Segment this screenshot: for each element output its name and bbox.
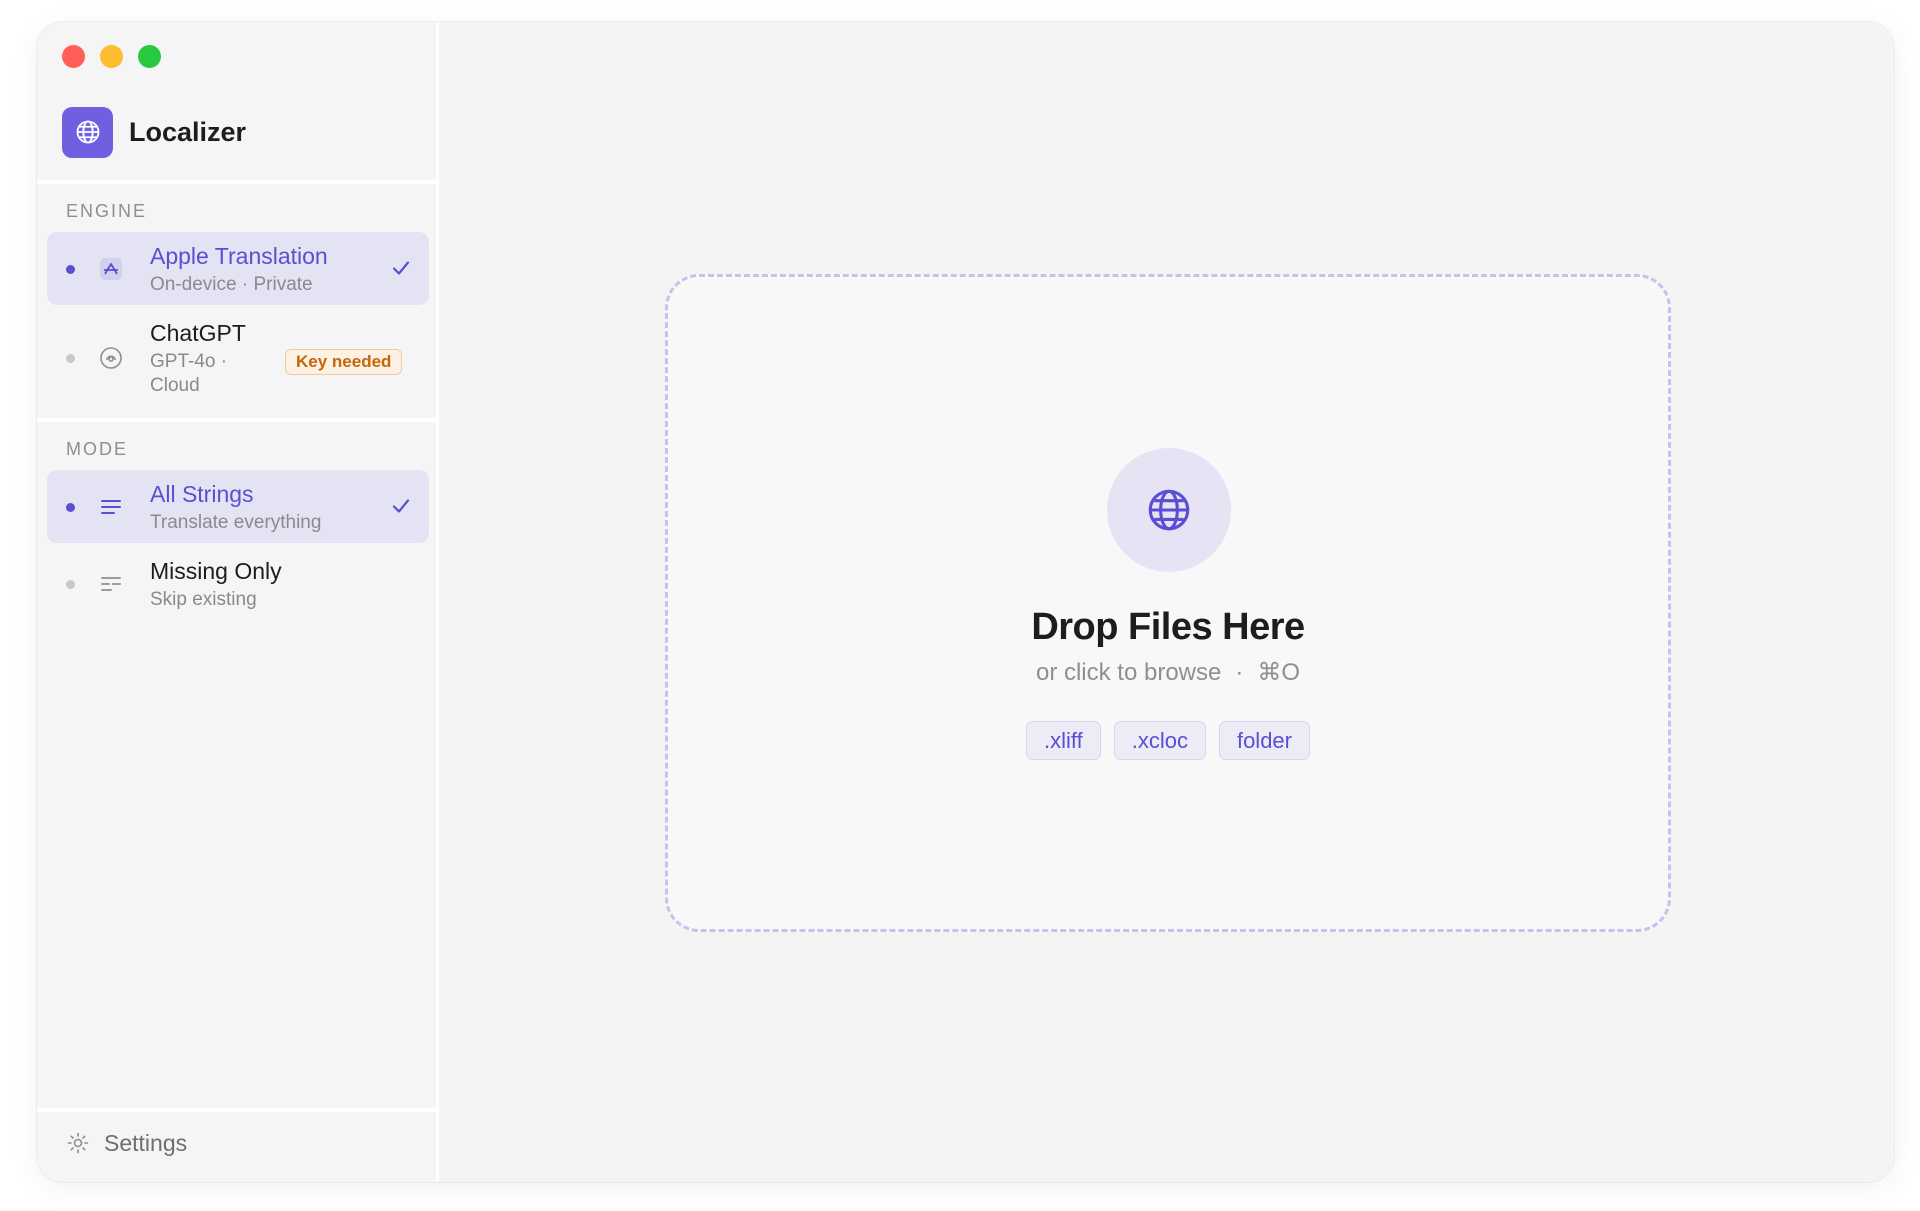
chip-xliff: .xliff [1025,721,1101,760]
app-header: Localizer [62,106,246,158]
file-type-chips: .xliff .xcloc folder [668,721,1668,760]
settings-button[interactable]: Settings [66,1128,187,1158]
mode-item-all-strings[interactable]: All Strings Translate everything [47,470,429,543]
selection-dot [66,265,75,274]
openai-icon [98,345,124,371]
mode-subtitle: Skip existing [150,589,257,610]
drop-icon-circle [1107,448,1231,572]
browse-hint[interactable]: or click to browse [1036,659,1221,686]
divider [37,180,436,184]
chip-folder: folder [1218,721,1310,760]
settings-label: Settings [104,1129,188,1156]
main-content: Drop Files Here or click to browse · ⌘O .x… [442,22,1894,1182]
window-controls [62,45,161,68]
engine-title: Apple Translation [150,243,328,269]
globe-icon [1148,489,1190,531]
checkmark-icon [391,496,411,521]
selection-dot [66,503,75,512]
mode-title: All Strings [150,481,254,507]
section-label-mode: MODE [66,439,128,459]
filter-list-icon [98,571,124,597]
app-window: Localizer ENGINE Apple Translation On-de… [37,22,1894,1182]
maximize-window-button[interactable] [138,45,161,68]
engine-item-chatgpt[interactable]: ChatGPT GPT-4o · Cloud Key needed [47,309,429,405]
key-needed-badge: Key needed [285,349,403,375]
mode-subtitle: Translate everything [150,512,322,533]
translate-icon [98,256,124,282]
file-drop-zone[interactable]: Drop Files Here or click to browse · ⌘O .x… [665,274,1671,932]
checkmark-icon [391,258,411,283]
close-window-button[interactable] [62,45,85,68]
drop-subtitle: or click to browse · ⌘O [668,658,1668,687]
mode-title: Missing Only [150,558,282,584]
section-label-engine: ENGINE [66,201,148,221]
drop-title: Drop Files Here [1031,606,1305,648]
chip-xcloc: .xcloc [1113,721,1206,760]
globe-icon [76,120,99,144]
selection-dot [66,354,75,363]
engine-subtitle-line2: Cloud [150,375,200,396]
engine-title: ChatGPT [150,320,246,346]
divider [37,418,436,422]
minimize-window-button[interactable] [100,45,123,68]
engine-subtitle-line1: GPT-4o · [150,351,228,372]
list-icon [98,494,124,520]
engine-item-apple-translation[interactable]: Apple Translation On-device · Private [47,232,429,305]
divider [37,1108,436,1112]
app-title: Localizer [129,116,247,147]
gear-icon [67,1132,89,1154]
keyboard-shortcut: ⌘O [1257,659,1301,686]
sidebar: Localizer ENGINE Apple Translation On-de… [37,22,439,1182]
app-logo [62,106,113,158]
selection-dot [66,580,75,589]
engine-subtitle: On-device · Private [150,274,313,295]
separator: · [1235,659,1244,686]
engine-subtitle: GPT-4o · Cloud [150,350,227,398]
mode-item-missing-only[interactable]: Missing Only Skip existing [47,547,429,620]
